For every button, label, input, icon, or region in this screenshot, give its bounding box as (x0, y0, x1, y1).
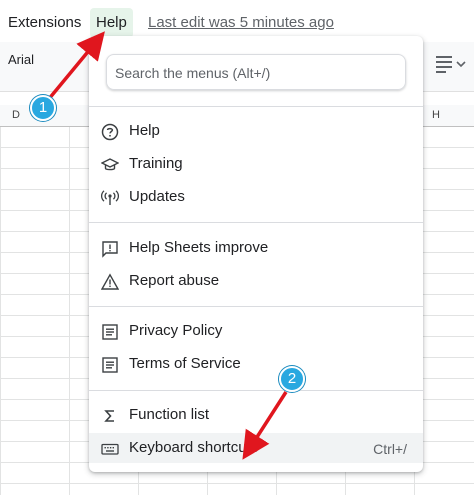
menu-divider (89, 390, 423, 391)
menu-divider (89, 222, 423, 223)
menu-item-label: Report abuse (129, 272, 220, 289)
menu-item-report-abuse[interactable]: Report abuse (89, 266, 423, 296)
keyboard-icon (101, 440, 119, 458)
menu-item-label: Updates (129, 188, 185, 205)
column-header-d[interactable]: D (12, 109, 20, 121)
menu-item-help-sheets-improve[interactable]: Help Sheets improve (89, 233, 423, 263)
menu-item-function-list[interactable]: Function list (89, 400, 423, 430)
menu-search-box[interactable] (106, 54, 406, 90)
menu-help[interactable]: Help (90, 8, 133, 38)
menu-item-help[interactable]: Help (89, 116, 423, 146)
column-header-h[interactable]: H (432, 109, 440, 121)
menu-search-input[interactable] (115, 61, 399, 85)
question-circle-icon (101, 123, 119, 141)
menu-item-label: Keyboard shortcuts (129, 439, 259, 456)
font-select[interactable]: Arial (8, 51, 34, 69)
menu-item-keyboard-shortcuts[interactable]: Keyboard shortcuts Ctrl+/ (89, 433, 423, 463)
annotation-badge-2: 2 (279, 366, 305, 392)
broadcast-icon (100, 189, 120, 207)
menu-item-label: Help (129, 122, 160, 139)
menu-item-training[interactable]: Training (89, 149, 423, 179)
menu-item-label: Help Sheets improve (129, 239, 269, 256)
menu-item-label: Function list (129, 406, 210, 423)
menu-item-privacy-policy[interactable]: Privacy Policy (89, 316, 423, 346)
feedback-icon (101, 240, 119, 258)
annotation-badge-1: 1 (30, 95, 56, 121)
document-icon (101, 356, 119, 374)
menu-extensions[interactable]: Extensions (2, 8, 87, 38)
menu-divider (89, 306, 423, 307)
menu-item-label: Training (129, 155, 183, 172)
sigma-icon (101, 407, 119, 425)
document-icon (101, 323, 119, 341)
menu-item-terms-of-service[interactable]: Terms of Service (89, 349, 423, 379)
menu-item-label: Privacy Policy (129, 322, 223, 339)
graduation-cap-icon (100, 156, 120, 174)
menu-divider (89, 106, 423, 107)
align-button[interactable] (432, 52, 468, 76)
help-menu: Help Training Updates Help Sheets improv… (89, 36, 423, 472)
shortcut-hint: Ctrl+/ (373, 441, 407, 457)
last-edit-link[interactable]: Last edit was 5 minutes ago (148, 12, 334, 34)
warning-triangle-icon (100, 273, 120, 291)
menu-item-updates[interactable]: Updates (89, 182, 423, 212)
menu-item-label: Terms of Service (129, 355, 241, 372)
align-left-icon (436, 56, 466, 73)
